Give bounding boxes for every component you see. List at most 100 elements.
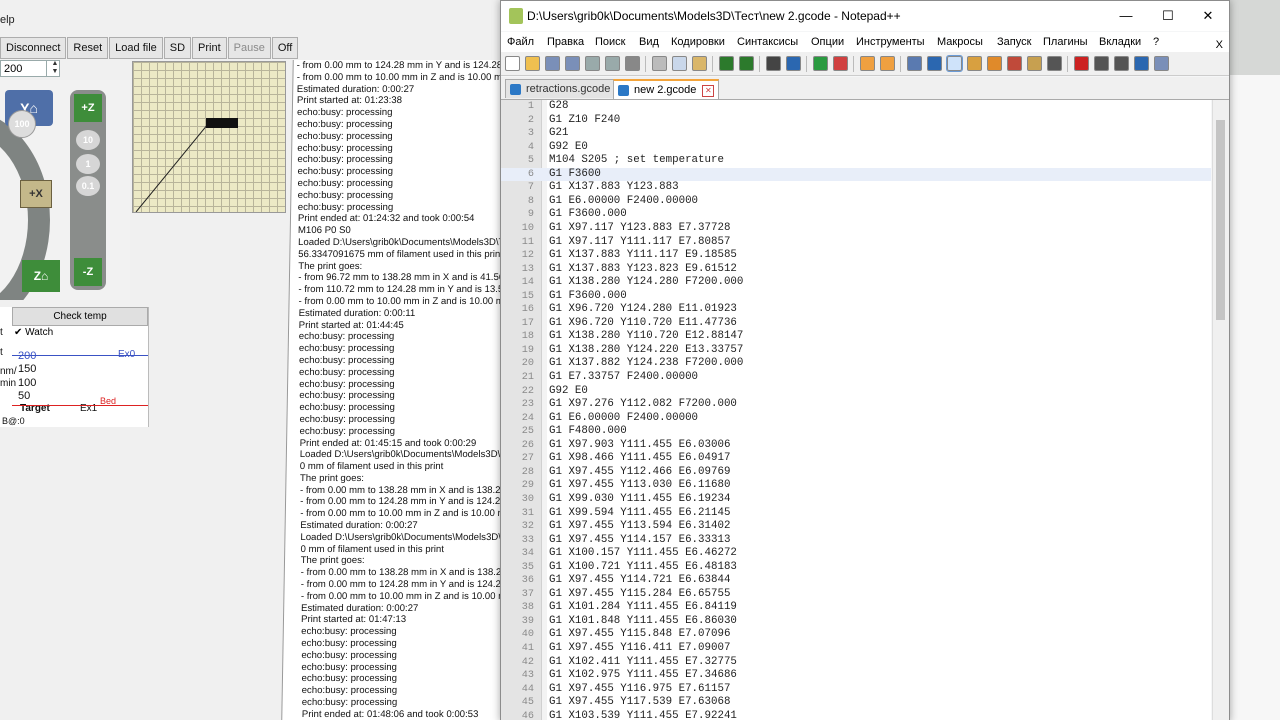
tab-close-icon[interactable]: ✕ bbox=[702, 85, 715, 97]
tab-new-2-gcode[interactable]: new 2.gcode ✕ bbox=[613, 79, 720, 99]
log-line: - from 0.00 mm to 10.00 mm in Z and is 1… bbox=[296, 71, 511, 83]
menu-item[interactable]: Инструменты bbox=[856, 36, 925, 48]
code-text: G1 E7.33757 F2400.00000 bbox=[549, 371, 699, 383]
jog-minus-z-button[interactable]: -Z bbox=[74, 258, 102, 286]
monitoring-icon[interactable] bbox=[1047, 56, 1062, 71]
code-line: 2 G1 Z10 F240 bbox=[501, 114, 1211, 128]
menu-item[interactable]: Кодировки bbox=[671, 36, 725, 48]
code-text: G1 X97.455 Y113.594 E6.31402 bbox=[549, 520, 731, 533]
off-button[interactable]: Off bbox=[271, 37, 299, 59]
doc-map-icon[interactable] bbox=[987, 56, 1002, 71]
new-file-icon[interactable] bbox=[505, 56, 520, 71]
open-file-icon[interactable] bbox=[525, 56, 540, 71]
console-log[interactable]: - from 0.00 mm to 124.28 mm in Y and is … bbox=[281, 60, 514, 720]
log-line: echo:busy: processing bbox=[297, 189, 394, 201]
menu-item[interactable]: Вкладки bbox=[1099, 36, 1141, 48]
replace-icon[interactable] bbox=[786, 56, 801, 71]
code-text: G1 X138.280 Y124.280 F7200.000 bbox=[549, 276, 744, 289]
print-button[interactable]: Print bbox=[192, 37, 227, 59]
menu-item[interactable]: Плагины bbox=[1043, 36, 1088, 48]
jog-plus-z-button[interactable]: +Z bbox=[74, 94, 102, 122]
cut-icon[interactable] bbox=[652, 56, 667, 71]
copy-icon[interactable] bbox=[672, 56, 687, 71]
line-number: 22 bbox=[521, 385, 534, 397]
print-icon[interactable] bbox=[625, 56, 640, 71]
title-bar[interactable]: D:\Users\grib0k\Documents\Models3D\Тест\… bbox=[501, 1, 1229, 31]
menu-item[interactable]: ? bbox=[1153, 36, 1159, 48]
log-line: echo:busy: processing bbox=[299, 413, 396, 425]
undo-icon[interactable] bbox=[719, 56, 734, 71]
line-number: 29 bbox=[521, 480, 534, 492]
temp-left-fragment: nm/ bbox=[0, 366, 17, 377]
line-number: 3 bbox=[527, 128, 534, 140]
watch-checkbox[interactable]: ✔ Watch bbox=[14, 327, 53, 338]
line-number: 19 bbox=[521, 344, 534, 356]
menu-item[interactable]: Вид bbox=[639, 36, 659, 48]
show-all-chars-icon[interactable] bbox=[927, 56, 942, 71]
code-text: G1 X99.594 Y111.455 E6.21145 bbox=[549, 506, 731, 519]
code-text: G1 X137.883 Y123.823 E9.61512 bbox=[549, 262, 737, 275]
vertical-scrollbar[interactable] bbox=[1212, 100, 1229, 720]
menu-item[interactable]: Синтаксисы bbox=[737, 36, 798, 48]
find-icon[interactable] bbox=[766, 56, 781, 71]
reset-button[interactable]: Reset bbox=[67, 37, 109, 59]
code-line: 43 G1 X102.975 Y111.455 E7.34686 bbox=[501, 669, 1211, 683]
z-step-0-1[interactable]: 0.1 bbox=[76, 176, 100, 196]
close-document-button[interactable]: X bbox=[1216, 39, 1223, 51]
close-icon[interactable] bbox=[585, 56, 600, 71]
sync-horizontal-icon[interactable] bbox=[880, 56, 895, 71]
pause-button[interactable]: Pause bbox=[227, 37, 271, 59]
log-line: echo:busy: processing bbox=[297, 166, 394, 178]
check-temp-button[interactable]: Check temp bbox=[12, 307, 148, 326]
zoom-in-icon[interactable] bbox=[813, 56, 828, 71]
word-wrap-icon[interactable] bbox=[907, 56, 922, 71]
line-number: 39 bbox=[521, 615, 534, 627]
code-text: G1 Z10 F240 bbox=[549, 113, 621, 126]
indent-guide-icon[interactable] bbox=[946, 55, 963, 72]
log-line: 56.3347091675 mm of filament used in thi… bbox=[298, 248, 504, 260]
log-line: Estimated duration: 0:00:27 bbox=[300, 602, 419, 614]
jog-plus-x-button[interactable]: +X bbox=[20, 180, 52, 208]
code-editor[interactable]: 1 G28 2 G1 Z10 F240 3 G21 4 G92 E0 5 M104 S205 ; … bbox=[501, 100, 1211, 720]
menu-item[interactable]: Запуск bbox=[997, 36, 1031, 48]
sd-button[interactable]: SD bbox=[163, 37, 192, 59]
menu-item[interactable]: Поиск bbox=[595, 36, 625, 48]
function-list-icon[interactable] bbox=[1007, 56, 1022, 71]
code-line: 1 G28 bbox=[501, 100, 1211, 114]
zoom-out-icon[interactable] bbox=[833, 56, 848, 71]
sync-vertical-icon[interactable] bbox=[860, 56, 875, 71]
z-step-1[interactable]: 1 bbox=[76, 154, 100, 174]
speed-spinner[interactable]: ▲ ▼ bbox=[46, 60, 63, 77]
home-z-button[interactable]: Z⌂ bbox=[22, 260, 60, 292]
menu-item[interactable]: Правка bbox=[547, 36, 584, 48]
redo-icon[interactable] bbox=[739, 56, 754, 71]
save-macro-icon[interactable] bbox=[1154, 56, 1169, 71]
menu-item[interactable]: Опции bbox=[811, 36, 844, 48]
stop-record-icon[interactable] bbox=[1094, 56, 1109, 71]
menu-item[interactable]: Файл bbox=[507, 36, 534, 48]
language-icon[interactable] bbox=[967, 56, 982, 71]
z-step-10[interactable]: 10 bbox=[76, 130, 100, 150]
play-macro-icon[interactable] bbox=[1114, 56, 1129, 71]
close-all-icon[interactable] bbox=[605, 56, 620, 71]
print-bed-view[interactable] bbox=[132, 61, 286, 213]
folder-workspace-icon[interactable] bbox=[1027, 56, 1042, 71]
save-all-icon[interactable] bbox=[565, 56, 580, 71]
code-text: G1 X102.975 Y111.455 E7.34686 bbox=[549, 669, 737, 682]
disconnect-button[interactable]: Disconnect bbox=[0, 37, 67, 59]
menu-item[interactable]: Макросы bbox=[937, 36, 983, 48]
jog-step-100[interactable]: 100 bbox=[8, 110, 36, 138]
load-file-button[interactable]: Load file bbox=[109, 37, 163, 59]
menu-item-help[interactable]: elp bbox=[0, 14, 15, 26]
line-number: 27 bbox=[521, 453, 534, 465]
run-macro-multiple-icon[interactable] bbox=[1134, 56, 1149, 71]
minimize-button[interactable]: — bbox=[1111, 6, 1141, 26]
close-button[interactable]: ✕ bbox=[1193, 6, 1223, 26]
save-icon[interactable] bbox=[545, 56, 560, 71]
record-macro-icon[interactable] bbox=[1074, 56, 1089, 71]
paste-icon[interactable] bbox=[692, 56, 707, 71]
scrollbar-thumb[interactable] bbox=[1216, 120, 1225, 320]
maximize-button[interactable]: ☐ bbox=[1153, 6, 1183, 26]
line-number: 42 bbox=[521, 656, 534, 668]
log-line: - from 0.00 mm to 10.00 mm in Z and is 1… bbox=[300, 590, 514, 602]
